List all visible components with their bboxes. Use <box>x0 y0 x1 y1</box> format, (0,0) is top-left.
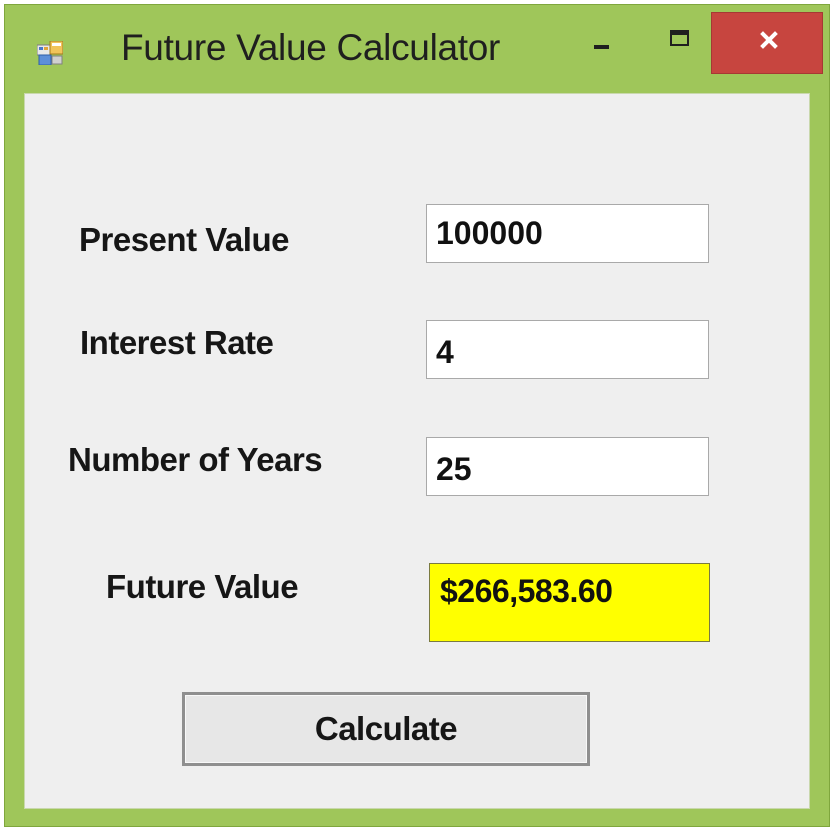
form-client-area: Present Value Interest Rate Number of Ye… <box>24 93 810 809</box>
present-value-input[interactable] <box>426 204 709 263</box>
application-window: Future Value Calculator Present Value 10… <box>4 4 830 827</box>
interest-rate-label: Interest Rate <box>80 324 274 361</box>
title-bar[interactable]: Future Value Calculator <box>5 5 829 95</box>
minimize-button[interactable] <box>571 19 629 71</box>
future-value-output: $266,583.60 <box>429 563 710 642</box>
number-of-years-input[interactable] <box>426 437 709 496</box>
present-value-label: Present Value <box>79 221 289 258</box>
calculate-button[interactable]: Calculate <box>182 692 590 766</box>
interest-rate-input[interactable] <box>426 320 709 379</box>
close-icon <box>712 31 822 77</box>
minimize-icon <box>571 45 629 75</box>
close-button[interactable] <box>711 12 823 74</box>
maximize-icon <box>645 30 707 75</box>
future-value-label: Future Value <box>106 568 299 605</box>
number-of-years-label: Number of Years <box>68 441 323 478</box>
maximize-button[interactable] <box>645 19 707 71</box>
windows-form-icon <box>36 40 64 66</box>
window-title: Future Value Calculator <box>121 27 501 68</box>
